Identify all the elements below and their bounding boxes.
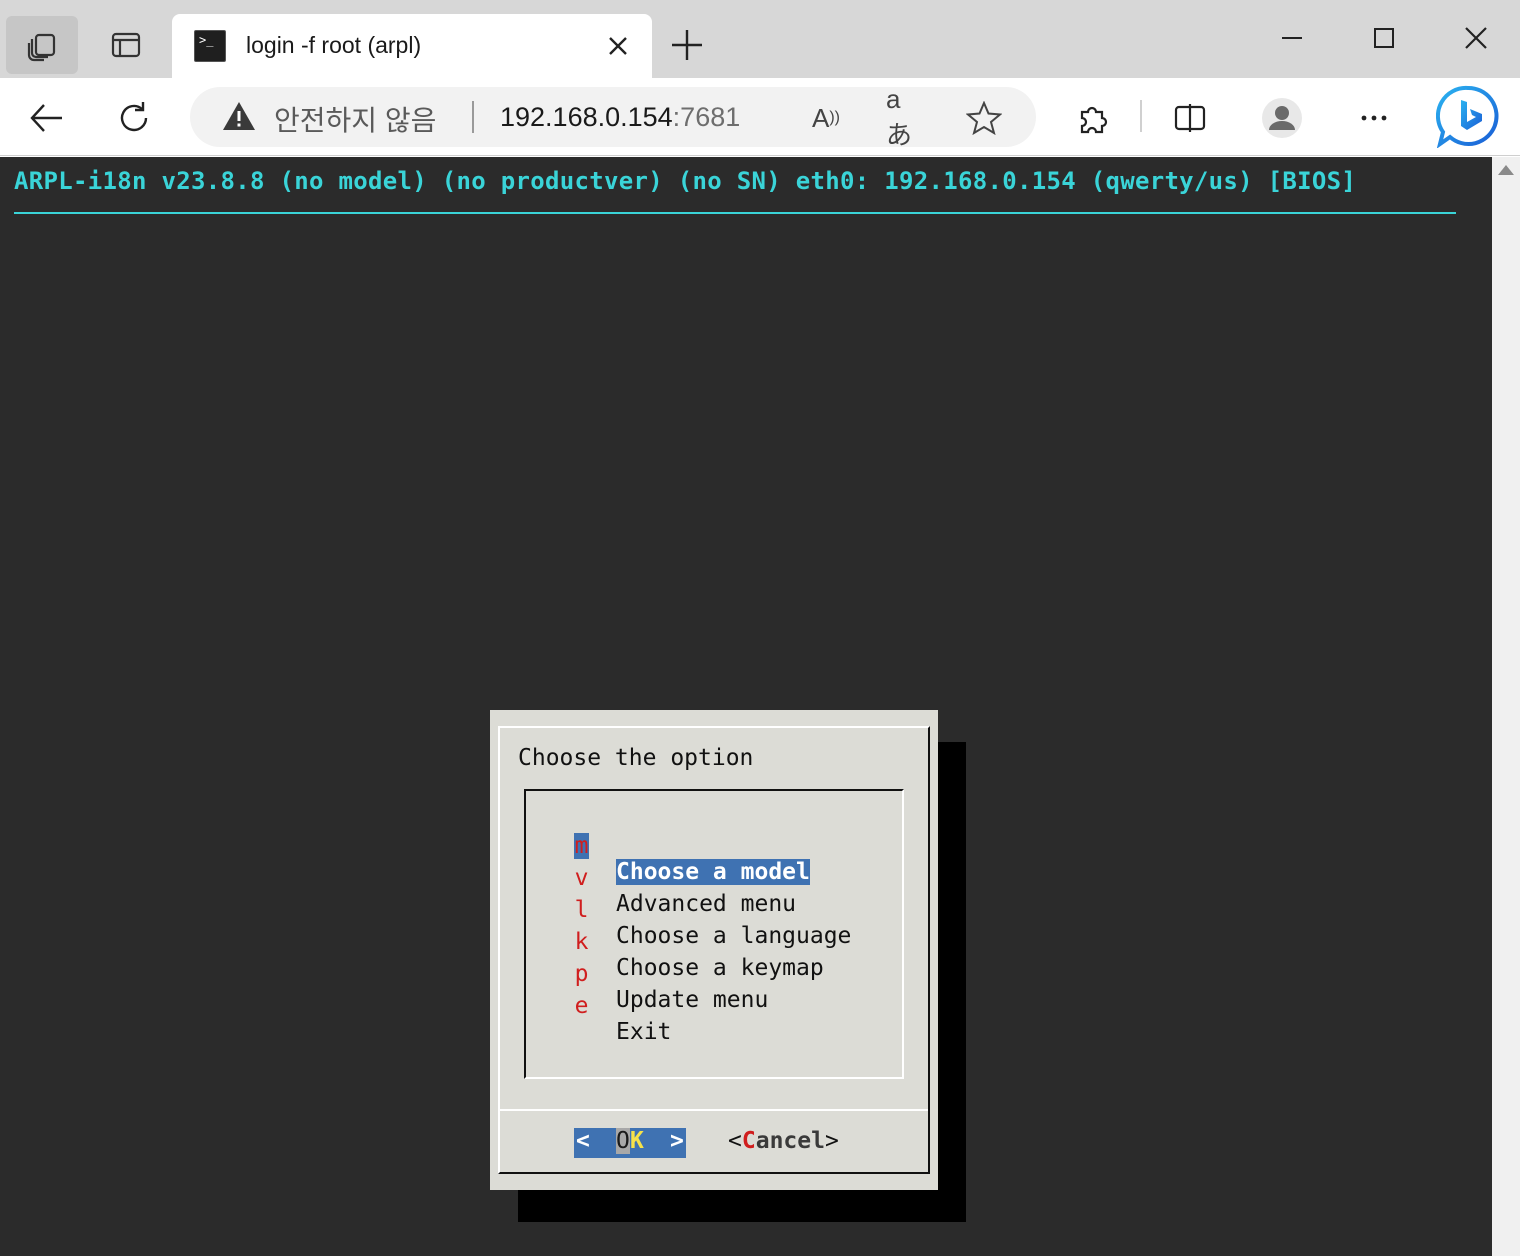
extensions-icon	[1080, 106, 1108, 134]
profile-icon	[1262, 98, 1302, 138]
extensions-button[interactable]	[1070, 96, 1114, 140]
menu-item-label: Exit	[616, 1019, 672, 1045]
split-screen-icon	[1174, 104, 1206, 132]
cancel-label: ancel	[755, 1128, 825, 1154]
menu-item-exit[interactable]: e Exit	[526, 967, 902, 1045]
tab-title: login -f root (arpl)	[246, 32, 422, 58]
dialog-backtitle: ARPL-i18n v23.8.8 (no model) (no product…	[14, 167, 1357, 195]
more-icon	[1361, 115, 1387, 121]
menu-item-hotkey: e	[574, 993, 589, 1019]
workspaces-icon	[27, 33, 56, 62]
menu-dialog: Choose the option m Choose a model v Adv…	[490, 710, 938, 1190]
ok-button-right-bracket: >	[670, 1128, 684, 1154]
cancel-close-bracket: >	[824, 1128, 839, 1154]
terminal-scrollbar[interactable]	[1492, 157, 1520, 1256]
ok-button[interactable]: < O K >	[574, 1128, 686, 1158]
menu-item-choose-model[interactable]: m Choose a model	[526, 807, 902, 885]
dialog-prompt: Choose the option	[518, 745, 754, 771]
cancel-hotkey: C	[741, 1128, 756, 1154]
scroll-up-arrow-icon[interactable]	[1498, 165, 1514, 175]
url-host: 192.168.0.154	[500, 102, 673, 132]
cancel-button[interactable]: <Cancel>	[728, 1128, 839, 1154]
button-separator	[500, 1109, 928, 1111]
url-text[interactable]: 192.168.0.154:7681	[500, 102, 740, 133]
menu-item-language[interactable]: l Choose a language	[526, 871, 902, 949]
translate-icon[interactable]: aあ	[886, 84, 922, 150]
terminal-icon: >_	[194, 30, 226, 62]
bing-icon[interactable]	[1436, 84, 1500, 148]
back-icon	[30, 104, 62, 132]
menu-item-advanced[interactable]: v Advanced menu	[526, 839, 902, 917]
menu-item-keymap[interactable]: k Choose a keymap	[526, 903, 902, 981]
minimize-icon[interactable]	[1266, 14, 1318, 62]
profile-button[interactable]	[1260, 96, 1304, 140]
tab-close-icon[interactable]	[604, 32, 632, 60]
active-tab[interactable]: >_ login -f root (arpl)	[172, 14, 652, 78]
ok-button-cursor-char: O	[616, 1128, 630, 1154]
cancel-open-bracket: <	[728, 1128, 742, 1154]
vertical-tabs-button[interactable]	[90, 16, 162, 74]
read-aloud-icon[interactable]: A))	[808, 101, 844, 135]
not-secure-warning-icon[interactable]	[222, 101, 256, 131]
menu-item-update[interactable]: p Update menu	[526, 935, 902, 1013]
url-port: :7681	[672, 102, 741, 132]
ok-button-char: K	[630, 1128, 644, 1154]
refresh-button[interactable]	[112, 96, 156, 140]
browser-tab-strip: >_ login -f root (arpl)	[0, 0, 1520, 78]
favorite-star-icon[interactable]	[966, 101, 1002, 135]
ok-button-left-bracket: <	[576, 1128, 590, 1154]
vertical-tabs-icon	[111, 32, 141, 58]
refresh-icon	[120, 102, 148, 132]
address-bar[interactable]: 안전하지 않음 192.168.0.154:7681 A)) aあ	[190, 84, 1036, 150]
workspaces-button[interactable]	[6, 16, 78, 74]
address-divider	[472, 101, 474, 133]
split-screen-button[interactable]	[1168, 96, 1212, 140]
back-button[interactable]	[24, 96, 68, 140]
toolbar-separator	[1140, 100, 1142, 132]
window-close-icon[interactable]	[1450, 14, 1502, 62]
browser-toolbar: 안전하지 않음 192.168.0.154:7681 A)) aあ	[0, 78, 1520, 156]
more-button[interactable]	[1352, 96, 1396, 140]
security-status-text[interactable]: 안전하지 않음	[274, 99, 436, 139]
terminal-viewport[interactable]: ARPL-i18n v23.8.8 (no model) (no product…	[0, 157, 1492, 1256]
menu-list: m Choose a model v Advanced menu l Choos…	[524, 789, 904, 1079]
new-tab-icon[interactable]	[666, 24, 708, 66]
backtitle-rule	[14, 212, 1456, 214]
maximize-icon[interactable]	[1358, 14, 1410, 62]
